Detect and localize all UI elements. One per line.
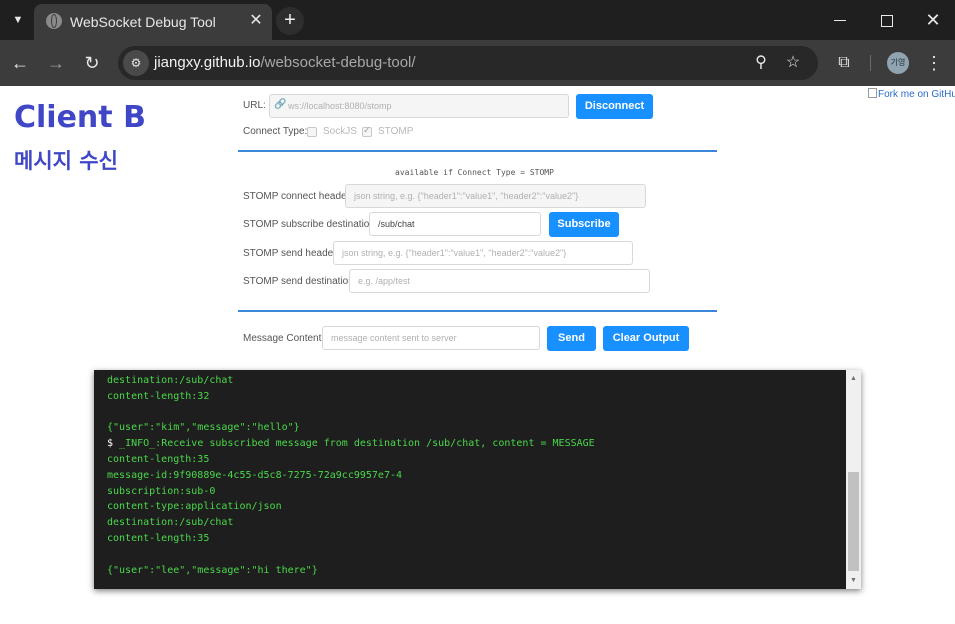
console-line: content-type:application/json: [107, 501, 282, 513]
address-bar[interactable]: ⚙ jiangxy.github.io/websocket-debug-tool…: [118, 46, 818, 80]
stomp-checkbox[interactable]: [362, 125, 372, 137]
stomp-send-destination-input[interactable]: e.g. /app/test: [349, 269, 650, 293]
link-icon: 🔗: [274, 99, 287, 110]
stomp-send-destination-label: STOMP send destination:: [243, 276, 357, 287]
extensions-puzzle-icon[interactable]: ⧉: [832, 51, 856, 75]
url-label: URL:: [243, 100, 266, 111]
console-line: content-length:35: [107, 532, 210, 544]
console-line: subscription:sub-0: [107, 485, 216, 497]
close-tab-icon[interactable]: ✕: [246, 11, 266, 31]
site-info-icon[interactable]: ⚙: [123, 50, 149, 76]
console-scrollbar[interactable]: ▲ ▼: [846, 370, 861, 589]
sockjs-checkbox[interactable]: [307, 127, 317, 137]
scroll-up-arrow-icon[interactable]: ▲: [846, 371, 861, 386]
message-content-input[interactable]: message content sent to server: [322, 326, 540, 350]
close-window-button[interactable]: ✕: [921, 8, 945, 32]
console-line: {"user":"kim","message":"hello"}: [107, 422, 300, 434]
tab-title: WebSocket Debug Tool: [70, 14, 216, 30]
console-line: destination:/sub/chat: [107, 517, 234, 529]
clear-output-button[interactable]: Clear Output: [603, 326, 689, 351]
disconnect-button[interactable]: Disconnect: [576, 94, 653, 119]
tab-search-chevron-down-icon[interactable]: ▼: [6, 10, 30, 30]
stomp-connect-header-label: STOMP connect header:: [243, 191, 353, 202]
stomp-connect-header-input[interactable]: json string, e.g. {"header1":"value1", "…: [345, 184, 646, 208]
fork-on-github-link[interactable]: Fork me on GitHub: [868, 88, 955, 100]
page-title: Client B: [14, 100, 146, 135]
scrollbar-thumb[interactable]: [848, 472, 859, 571]
forward-arrow-icon[interactable]: →: [44, 51, 68, 75]
console-line: {"user":"lee","message":"hi there"}: [107, 564, 318, 576]
reload-icon[interactable]: ↻: [80, 51, 104, 75]
subscribe-button[interactable]: Subscribe: [549, 212, 619, 237]
new-tab-button[interactable]: +: [276, 7, 304, 35]
globe-icon: [46, 13, 62, 29]
bookmark-star-icon[interactable]: ☆: [782, 52, 804, 74]
section-divider: [238, 310, 717, 312]
console-line: message-id:9f90889e-4c55-d5c8-7275-72a9c…: [107, 469, 403, 481]
address-url[interactable]: jiangxy.github.io/websocket-debug-tool/: [154, 54, 416, 71]
url-domain: jiangxy.github.io: [154, 54, 261, 71]
message-content-label: Message Content:: [243, 333, 325, 344]
stomp-subscribe-destination-label: STOMP subscribe destination:: [243, 219, 378, 230]
console-line: content-length:35: [107, 453, 210, 465]
page-subtitle: 메시지 수신: [14, 149, 118, 173]
back-arrow-icon[interactable]: ←: [8, 51, 32, 75]
url-path: /websocket-debug-tool/: [260, 54, 416, 71]
section-divider: [238, 150, 717, 152]
console-line: $ _INFO_:Receive subscribed message from…: [107, 438, 595, 450]
connect-type-label: Connect Type:: [243, 126, 308, 137]
minimize-window-button[interactable]: [828, 8, 852, 32]
console-line: destination:/sub/chat: [107, 375, 234, 386]
browser-tab[interactable]: WebSocket Debug Tool ✕: [34, 4, 272, 40]
send-button[interactable]: Send: [547, 326, 596, 351]
toolbar-divider: [870, 55, 871, 71]
browser-tab-bar: ▼ WebSocket Debug Tool ✕ + ✕: [0, 0, 955, 40]
stomp-subscribe-destination-input[interactable]: /sub/chat: [369, 212, 541, 236]
scroll-down-arrow-icon[interactable]: ▼: [846, 573, 861, 588]
stomp-send-header-input[interactable]: json string, e.g. {"header1":"value1", "…: [333, 241, 633, 265]
console-lines: destination:/sub/chat content-length:32 …: [107, 373, 839, 578]
stomp-label: STOMP: [378, 126, 414, 137]
console-line: content-length:32: [107, 390, 210, 402]
console-output[interactable]: destination:/sub/chat content-length:32 …: [94, 370, 861, 589]
profile-avatar[interactable]: 기영: [887, 52, 909, 74]
stomp-availability-note: available if Connect Type = STOMP: [395, 168, 554, 177]
sockjs-label: SockJS: [323, 126, 357, 137]
menu-kebab-icon[interactable]: ⋮: [922, 51, 946, 75]
zoom-icon[interactable]: ⚲: [750, 52, 772, 74]
url-input[interactable]: ws://localhost:8080/stomp: [269, 94, 569, 118]
stomp-send-header-label: STOMP send header:: [243, 248, 340, 259]
maximize-window-button[interactable]: [874, 8, 898, 32]
browser-toolbar: ← → ↻ ⚙ jiangxy.github.io/websocket-debu…: [0, 40, 955, 86]
